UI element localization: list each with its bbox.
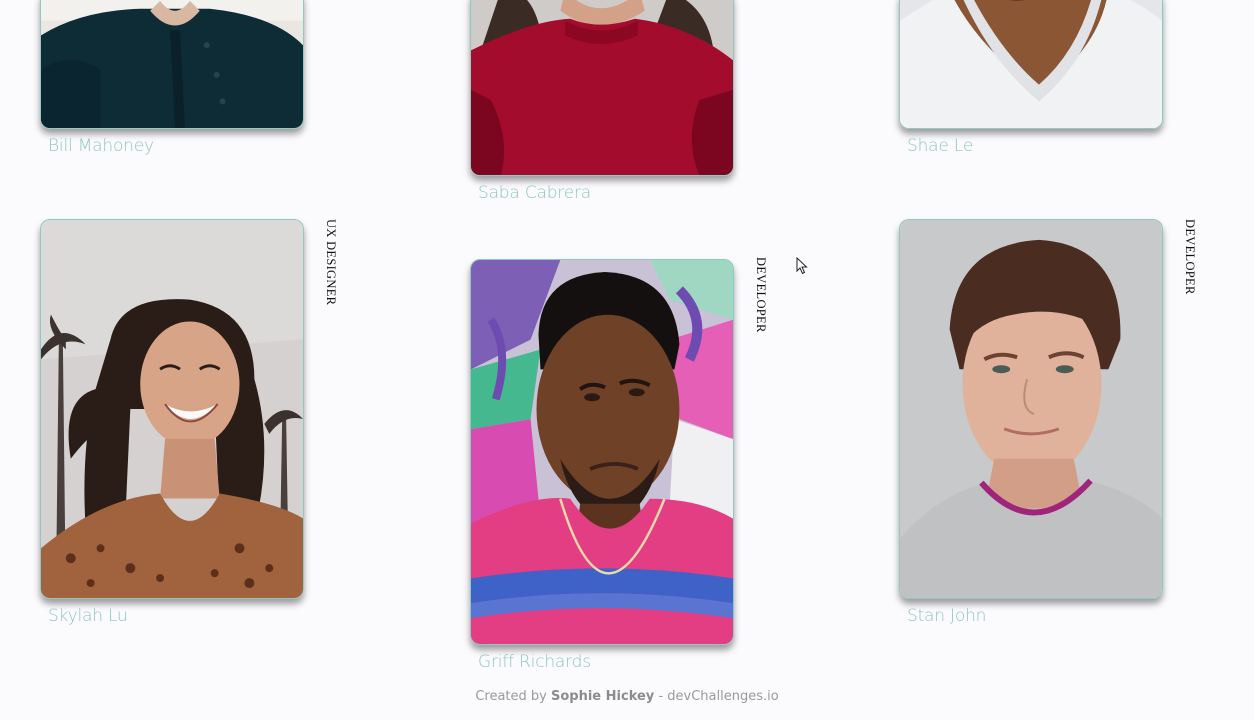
footer-author-link[interactable]: Sophie Hickey	[551, 689, 654, 704]
member-name: Shae Le	[907, 136, 974, 156]
mouse-cursor-icon	[796, 257, 808, 275]
member-role: UX DESIGNER	[324, 219, 338, 306]
portrait-photo	[470, 259, 734, 645]
person-portrait-icon	[471, 260, 733, 644]
team-card-shae-le: Shae Le	[899, 0, 1163, 156]
footer-credit: Created by Sophie Hickey - devChallenges…	[0, 689, 1254, 704]
member-name: Griff Richards	[478, 652, 591, 672]
team-card-griff-richards: Griff Richards DEVELOPER	[470, 257, 768, 672]
portrait-photo	[40, 0, 304, 129]
team-card-stan-john: Stan John DEVELOPER	[899, 219, 1197, 626]
member-role: DEVELOPER	[754, 257, 768, 333]
portrait-photo	[899, 0, 1163, 129]
person-portrait-icon	[471, 0, 733, 175]
person-portrait-icon	[900, 220, 1162, 598]
footer-prefix: Created by	[475, 689, 547, 704]
team-card-saba-cabrera: Saba Cabrera	[470, 0, 734, 203]
member-name: Stan John	[907, 606, 987, 626]
footer-suffix: - devChallenges.io	[658, 689, 779, 704]
portrait-photo	[899, 219, 1163, 599]
person-portrait-icon	[900, 0, 1162, 128]
portrait-photo	[40, 219, 304, 599]
member-name: Saba Cabrera	[478, 183, 591, 203]
person-portrait-icon	[41, 220, 303, 598]
member-name: Bill Mahoney	[48, 136, 154, 156]
team-card-skylah-lu: Skylah Lu UX DESIGNER	[40, 219, 338, 626]
member-role: DEVELOPER	[1183, 219, 1197, 295]
portrait-photo	[470, 0, 734, 176]
team-card-bill-mahoney: Bill Mahoney	[40, 0, 304, 156]
person-portrait-icon	[41, 0, 303, 128]
member-name: Skylah Lu	[48, 606, 128, 626]
